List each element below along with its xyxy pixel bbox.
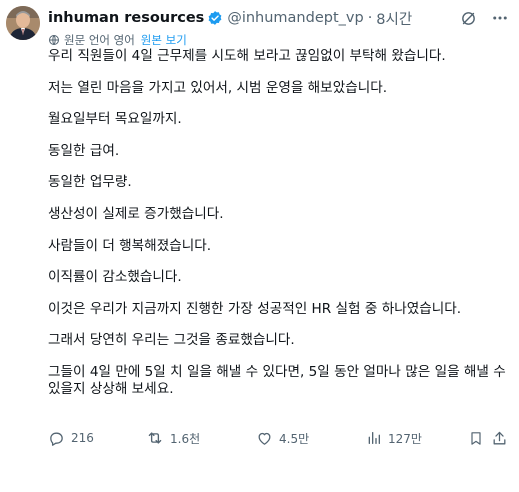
views-button[interactable]: 127만 (366, 430, 422, 447)
author-name[interactable]: inhuman resources (48, 10, 204, 26)
separator-dot: · (367, 10, 373, 26)
repost-icon (148, 432, 162, 444)
repost-count: 1.6천 (170, 431, 201, 446)
action-bar: 216 1.6천 4.5만 127만 (48, 428, 509, 448)
tweet-paragraph: 이직률이 감소했습니다. (48, 269, 182, 286)
translation-note: 원문 언어 영어 (64, 33, 135, 47)
tweet-paragraph: 월요일부터 목요일까지. (48, 111, 182, 128)
bookmark-button[interactable] (468, 430, 484, 447)
share-button[interactable] (491, 430, 508, 447)
tweet-paragraph: 이것은 우리가 지금까지 진행한 가장 성공적인 HR 실험 중 하나였습니다. (48, 300, 462, 317)
tweet-paragraph: 생산성이 실제로 증가했습니다. (48, 205, 224, 222)
views-count: 127만 (388, 431, 422, 446)
grok-icon[interactable] (460, 10, 477, 27)
views-icon (368, 432, 380, 444)
bookmark-icon (471, 431, 481, 445)
author-handle[interactable]: @inhumandept_vp (227, 10, 363, 26)
reply-button[interactable]: 216 (48, 430, 94, 447)
show-original-link[interactable]: 원본 보기 (141, 32, 187, 48)
like-count: 4.5만 (279, 431, 310, 446)
tweet-paragraph: 동일한 급여. (48, 142, 120, 159)
tweet-paragraph: 사람들이 더 행복해졌습니다. (48, 237, 212, 254)
reply-count: 216 (71, 431, 94, 445)
avatar[interactable] (6, 6, 40, 40)
reply-icon (50, 432, 63, 446)
tweet-paragraph: 우리 직원들이 4일 근무제를 시도해 보라고 끊임없이 부탁해 왔습니다. (48, 48, 446, 64)
translation-row: 원문 언어 영어 원본 보기 (48, 32, 187, 48)
tweet-paragraph: 그들이 4일 만에 5일 치 일을 해낼 수 있다면, 5일 동안 얼마나 많은… (48, 363, 506, 397)
like-button[interactable]: 4.5만 (256, 430, 309, 447)
tweet-header: inhuman resources @inhumandept_vp · 8시간 (48, 7, 509, 29)
tweet-paragraph: 동일한 업무량. (48, 174, 132, 191)
verified-badge-icon (208, 11, 222, 25)
tweet-body: 우리 직원들이 4일 근무제를 시도해 보라고 끊임없이 부탁해 왔습니다. 저… (48, 48, 514, 413)
translate-icon (49, 35, 59, 45)
repost-button[interactable]: 1.6천 (146, 429, 200, 447)
header-actions (460, 9, 509, 27)
tweet-paragraph: 그래서 당연히 우리는 그것을 종료했습니다. (48, 332, 295, 349)
post-time[interactable]: 8시간 (376, 8, 412, 29)
more-icon[interactable] (491, 9, 509, 27)
share-icon (493, 431, 506, 444)
like-icon (258, 432, 271, 445)
tweet-paragraph: 저는 열린 마음을 가지고 있어서, 시범 운영을 해보았습니다. (48, 79, 388, 96)
